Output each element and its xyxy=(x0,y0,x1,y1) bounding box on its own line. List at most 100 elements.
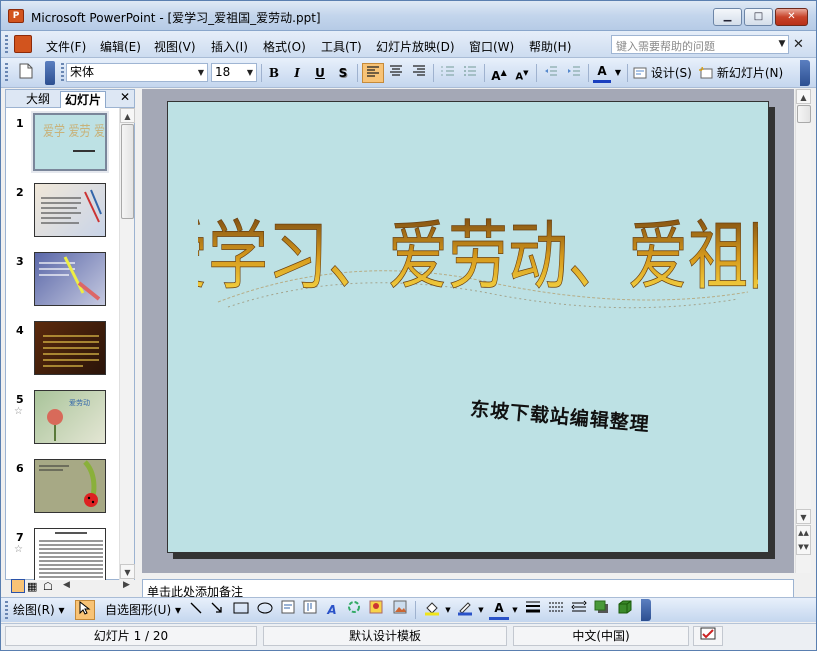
new-slide-button[interactable]: 新幻灯片(N) xyxy=(699,63,787,83)
slide-thumbnail[interactable] xyxy=(34,459,106,513)
font-size-select[interactable]: 18 ▼ xyxy=(211,63,257,82)
menu-file[interactable]: 文件(F) xyxy=(46,38,86,55)
maximize-button[interactable]: □ xyxy=(744,8,773,26)
font-name-select[interactable]: 宋体 ▼ xyxy=(66,63,208,82)
arrow-icon[interactable] xyxy=(208,600,226,620)
slide-scrollbar[interactable]: ▲ ▼ ▲▲ ▼▼ xyxy=(795,89,811,573)
powerpoint-app-icon[interactable]: P xyxy=(8,9,24,23)
chevron-down-icon[interactable]: ▼ xyxy=(776,35,788,54)
fill-color-icon[interactable] xyxy=(421,600,443,620)
tab-slides[interactable]: 幻灯片 xyxy=(60,91,107,108)
chevron-down-icon[interactable]: ▼ xyxy=(511,600,519,620)
menu-tools[interactable]: 工具(T) xyxy=(321,38,362,55)
scrollbar-thumb[interactable] xyxy=(797,105,811,123)
minimize-button[interactable]: ▁ xyxy=(713,8,742,26)
align-center-icon[interactable] xyxy=(386,63,406,83)
slideshow-icon[interactable]: ☖ xyxy=(43,580,53,593)
slide-thumbnail-row[interactable]: 7 ☆ xyxy=(6,528,122,580)
font-color-icon[interactable]: A xyxy=(593,63,611,83)
slide-thumbnail[interactable]: 爱学 爱劳 爱祖 xyxy=(31,111,109,173)
bold-button[interactable]: B xyxy=(265,63,283,83)
scroll-down-icon[interactable]: ▼ xyxy=(120,564,135,579)
normal-view-icon[interactable] xyxy=(11,579,25,593)
scrollbar-thumb[interactable] xyxy=(121,124,134,219)
panel-close-button[interactable]: ✕ xyxy=(120,90,130,104)
previous-next-slide-icon[interactable]: ▲▲ ▼▼ xyxy=(796,525,811,555)
bullets-icon[interactable] xyxy=(460,63,480,83)
select-objects-icon[interactable] xyxy=(75,600,95,620)
menu-format[interactable]: 格式(O) xyxy=(263,38,306,55)
toolbar-grip-2[interactable] xyxy=(61,63,64,83)
rectangle-icon[interactable] xyxy=(231,600,251,620)
menu-edit[interactable]: 编辑(E) xyxy=(100,38,141,55)
numbering-icon[interactable] xyxy=(438,63,458,83)
menu-window[interactable]: 窗口(W) xyxy=(469,38,514,55)
slide-thumbnail-row[interactable]: 1 爱学 爱劳 爱祖 xyxy=(6,111,122,180)
vertical-textbox-icon[interactable] xyxy=(301,600,319,620)
chevron-down-icon[interactable]: ▼ xyxy=(244,64,256,81)
new-document-icon[interactable] xyxy=(16,63,36,83)
chevron-down-icon[interactable]: ▼ xyxy=(195,64,207,81)
toolbar-options-icon[interactable] xyxy=(45,61,55,85)
menubar-grip[interactable] xyxy=(5,35,8,54)
align-right-icon[interactable] xyxy=(409,63,429,83)
design-button[interactable]: 设计(S) xyxy=(633,63,697,83)
menu-insert[interactable]: 插入(I) xyxy=(211,38,248,55)
slide-subtitle[interactable]: 东坡下载站编辑整理 xyxy=(469,394,651,437)
arrow-style-icon[interactable] xyxy=(569,600,589,620)
document-menu-icon[interactable] xyxy=(14,35,32,53)
wordart-insert-icon[interactable]: A xyxy=(323,600,341,620)
align-left-icon[interactable] xyxy=(362,63,384,83)
scroll-left-icon[interactable]: ◀ xyxy=(63,580,70,590)
current-slide[interactable]: 爱学习、爱劳动、爱祖国 东坡下载站编辑整理 xyxy=(167,101,769,553)
draw-menu-button[interactable]: 绘图(R) ▾ xyxy=(13,600,71,620)
slide-thumbnail-row[interactable]: 2 xyxy=(6,183,122,249)
toolbar-options-icon[interactable] xyxy=(800,60,810,86)
3d-style-icon[interactable] xyxy=(615,600,635,620)
dash-style-icon[interactable] xyxy=(546,600,566,620)
wordart-title[interactable]: 爱学习、爱劳动、爱祖国 xyxy=(198,162,758,312)
tab-outline[interactable]: 大纲 xyxy=(22,91,54,108)
chevron-down-icon[interactable]: ▼ xyxy=(444,600,452,620)
drawbar-grip[interactable] xyxy=(5,601,8,619)
line-icon[interactable] xyxy=(187,600,205,620)
scroll-down-icon[interactable]: ▼ xyxy=(796,509,811,524)
slide-thumbnail[interactable] xyxy=(34,528,106,580)
slide-thumbnail[interactable] xyxy=(34,183,106,237)
increase-indent-icon[interactable] xyxy=(564,63,584,83)
decrease-indent-icon[interactable] xyxy=(541,63,561,83)
menu-slideshow[interactable]: 幻灯片放映(D) xyxy=(376,38,455,55)
line-style-icon[interactable] xyxy=(523,600,543,620)
slide-thumbnail[interactable] xyxy=(34,321,106,375)
slide-sorter-icon[interactable]: ▦ xyxy=(27,580,37,593)
chevron-down-icon[interactable]: ▼ xyxy=(477,600,485,620)
italic-button[interactable]: I xyxy=(288,63,306,83)
help-question-input[interactable]: 键入需要帮助的问题 xyxy=(611,35,789,54)
toolbar-grip[interactable] xyxy=(5,63,8,83)
clipart-icon[interactable] xyxy=(367,600,385,620)
textbox-icon[interactable] xyxy=(279,600,297,620)
scroll-up-icon[interactable]: ▲ xyxy=(796,89,811,104)
diagram-icon[interactable] xyxy=(345,600,363,620)
close-button[interactable]: ✕ xyxy=(775,8,808,26)
menu-view[interactable]: 视图(V) xyxy=(154,38,196,55)
notes-pane[interactable]: 单击此处添加备注 xyxy=(142,579,794,599)
document-close-button[interactable]: ✕ xyxy=(793,37,804,52)
slides-panel-scrollbar[interactable]: ▲ ▼ xyxy=(119,108,135,580)
spelling-check-icon[interactable] xyxy=(693,626,723,646)
autoshapes-menu-button[interactable]: 自选图形(U) ▾ xyxy=(105,600,185,620)
slide-thumbnail[interactable] xyxy=(34,252,106,306)
picture-icon[interactable] xyxy=(391,600,409,620)
oval-icon[interactable] xyxy=(255,600,275,620)
slide-thumbnail-row[interactable]: 4 xyxy=(6,321,122,387)
template-status[interactable]: 默认设计模板 xyxy=(263,626,507,646)
draw-font-color-icon[interactable]: A xyxy=(489,600,509,620)
shadow-button[interactable]: S xyxy=(334,63,352,83)
slide-thumbnail-row[interactable]: 6 xyxy=(6,459,122,525)
shadow-style-icon[interactable] xyxy=(592,600,612,620)
chevron-down-icon[interactable]: ▼ xyxy=(613,63,623,83)
slide-thumbnail-row[interactable]: 3 xyxy=(6,252,122,318)
line-color-icon[interactable] xyxy=(454,600,476,620)
increase-font-icon[interactable]: A▲ xyxy=(489,63,509,83)
scroll-right-icon[interactable]: ▶ xyxy=(123,580,130,590)
